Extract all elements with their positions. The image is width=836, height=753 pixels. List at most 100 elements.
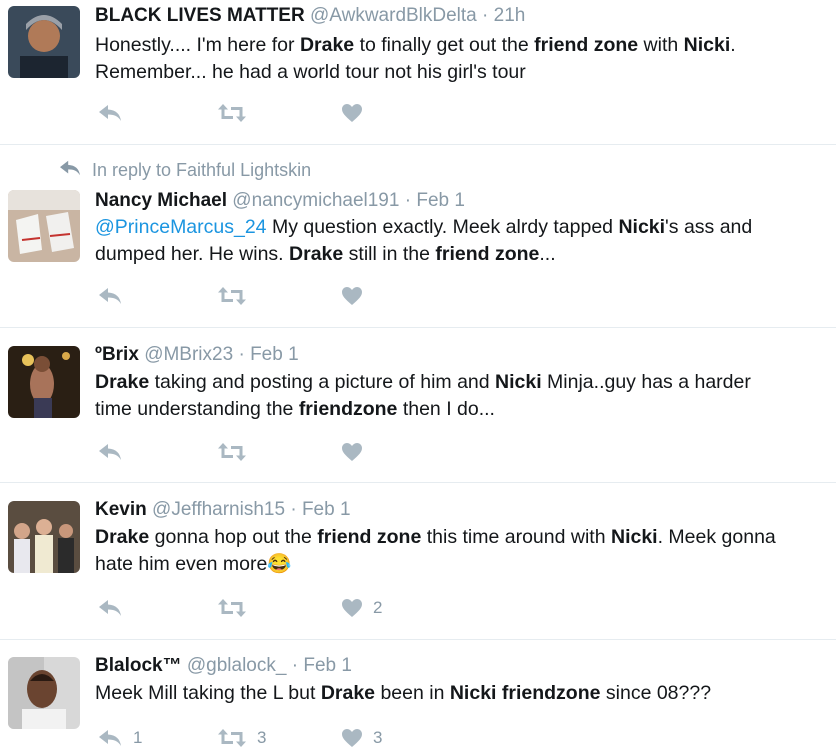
text-segment: .	[730, 34, 736, 56]
reply-button[interactable]	[97, 98, 133, 128]
tweet-text-line: hate him even more😂	[95, 551, 835, 578]
retweet-button[interactable]: 3	[217, 723, 266, 753]
separator: ·	[482, 5, 489, 26]
reply-icon	[97, 441, 123, 463]
text-segment: hate him even more😂	[95, 553, 292, 575]
text-segment: dumped her. He wins.	[95, 243, 290, 265]
retweet-button[interactable]	[217, 281, 257, 311]
timestamp[interactable]: Feb 1	[303, 655, 352, 676]
highlighted-keyword: Nicki friendzone	[449, 682, 601, 704]
tweet-text: Drake taking and posting a picture of hi…	[95, 369, 835, 423]
reply-arrow-icon	[58, 158, 92, 183]
tweet-text-line: Drake gonna hop out the friend zone this…	[95, 524, 835, 551]
tweet-2[interactable]: ºBrix @MBrix23 · Feb 1 Drake taking and …	[0, 328, 836, 483]
avatar[interactable]	[8, 501, 80, 573]
separator: ·	[291, 655, 299, 676]
text-segment: Remember... he had a world tour not his …	[95, 61, 526, 83]
reply-button[interactable]: 1	[97, 723, 142, 753]
author-name[interactable]: BLACK LIVES MATTER	[95, 5, 305, 26]
highlighted-keyword: Nicki	[495, 371, 542, 393]
tweet-3[interactable]: Kevin @Jeffharnish15 · Feb 1 Drake gonna…	[0, 483, 836, 640]
heart-icon	[341, 102, 363, 124]
mention-link[interactable]: @PrinceMarcus_24	[95, 216, 267, 238]
highlighted-keyword: friend zone	[317, 526, 422, 548]
tweet-text-line: Honestly.... I'm here for Drake to final…	[95, 32, 835, 59]
text-segment: ...	[539, 243, 556, 265]
like-button[interactable]	[341, 98, 373, 128]
reply-context-text: In reply to Faithful Lightskin	[92, 160, 312, 180]
highlighted-keyword: friendzone	[298, 398, 398, 420]
tweet-4[interactable]: Blalock™ @gblalock_ · Feb 1 Meek Mill ta…	[0, 640, 836, 753]
retweet-icon	[217, 727, 247, 749]
reply-count: 1	[133, 728, 143, 747]
author-handle[interactable]: @MBrix23	[144, 344, 233, 365]
tweet-text-line: Meek Mill taking the L but Drake been in…	[95, 680, 835, 707]
reply-icon	[97, 102, 123, 124]
author-handle[interactable]: @AwkwardBlkDelta	[310, 5, 477, 26]
highlighted-keyword: friend zone	[534, 34, 639, 56]
text-segment: with	[638, 34, 684, 56]
retweet-icon	[217, 597, 247, 619]
text-segment: Meek Mill taking the L but	[95, 682, 321, 704]
tweet-actions	[95, 98, 425, 128]
author-handle[interactable]: @gblalock_	[187, 655, 287, 676]
tweet-text: @PrinceMarcus_24 My question exactly. Me…	[95, 214, 835, 268]
avatar[interactable]	[8, 346, 80, 418]
text-segment: still in the	[343, 243, 436, 265]
tweet-actions	[95, 437, 425, 467]
timestamp[interactable]: 21h	[494, 5, 526, 26]
tweet-text: Honestly.... I'm here for Drake to final…	[95, 32, 835, 86]
timestamp[interactable]: Feb 1	[302, 499, 351, 520]
like-button[interactable]	[341, 281, 373, 311]
text-segment: gonna hop out the	[149, 526, 318, 548]
heart-icon	[341, 727, 363, 749]
separator: ·	[404, 190, 412, 211]
timestamp[interactable]: Feb 1	[416, 190, 465, 211]
reply-button[interactable]	[97, 437, 133, 467]
highlighted-keyword: Nicki	[683, 34, 731, 56]
timestamp[interactable]: Feb 1	[250, 344, 299, 365]
text-segment: Honestly.... I'm here for	[95, 34, 300, 56]
reply-button[interactable]	[97, 281, 133, 311]
retweet-button[interactable]	[217, 98, 257, 128]
like-count: 2	[373, 598, 383, 617]
author-name[interactable]: Nancy Michael	[95, 190, 227, 211]
like-button[interactable]: 2	[341, 593, 382, 623]
author-name[interactable]: ºBrix	[95, 344, 139, 365]
highlighted-keyword: Nicki	[610, 526, 658, 548]
text-segment: taking and posting a picture of him and	[149, 371, 496, 393]
tweet-text-line: Drake taking and posting a picture of hi…	[95, 369, 835, 396]
avatar[interactable]	[8, 190, 80, 262]
reply-context[interactable]: In reply to Faithful Lightskin	[58, 158, 311, 183]
author-name[interactable]: Blalock™	[95, 655, 182, 676]
tweet-text-line: @PrinceMarcus_24 My question exactly. Me…	[95, 214, 835, 241]
tweet-1[interactable]: In reply to Faithful Lightskin Nancy Mic…	[0, 145, 836, 328]
like-button[interactable]	[341, 437, 373, 467]
text-segment: time understanding the	[95, 398, 299, 420]
tweet-text: Drake gonna hop out the friend zone this…	[95, 524, 835, 578]
retweet-button[interactable]	[217, 437, 257, 467]
highlighted-keyword: Drake	[95, 371, 150, 393]
author-name[interactable]: Kevin	[95, 499, 147, 520]
tweet-actions: 2	[95, 593, 425, 623]
author-handle[interactable]: @nancymichael191	[232, 190, 399, 211]
like-button[interactable]: 3	[341, 723, 382, 753]
tweet-0[interactable]: BLACK LIVES MATTER @AwkwardBlkDelta · 21…	[0, 0, 836, 145]
highlighted-keyword: friend zone	[435, 243, 540, 265]
retweet-icon	[217, 102, 247, 124]
heart-icon	[341, 285, 363, 307]
tweet-text: Meek Mill taking the L but Drake been in…	[95, 680, 835, 707]
highlighted-keyword: Drake	[289, 243, 344, 265]
author-handle[interactable]: @Jeffharnish15	[152, 499, 285, 520]
text-segment: My question exactly. Meek alrdy tapped	[266, 216, 619, 238]
highlighted-keyword: Nicki	[618, 216, 666, 238]
reply-icon	[97, 597, 123, 619]
heart-icon	[341, 597, 363, 619]
avatar[interactable]	[8, 657, 80, 729]
retweet-button[interactable]	[217, 593, 257, 623]
avatar[interactable]	[8, 6, 80, 78]
text-segment: . Meek gonna	[657, 526, 776, 548]
reply-icon	[97, 285, 123, 307]
text-segment: to finally get out the	[354, 34, 535, 56]
reply-button[interactable]	[97, 593, 133, 623]
